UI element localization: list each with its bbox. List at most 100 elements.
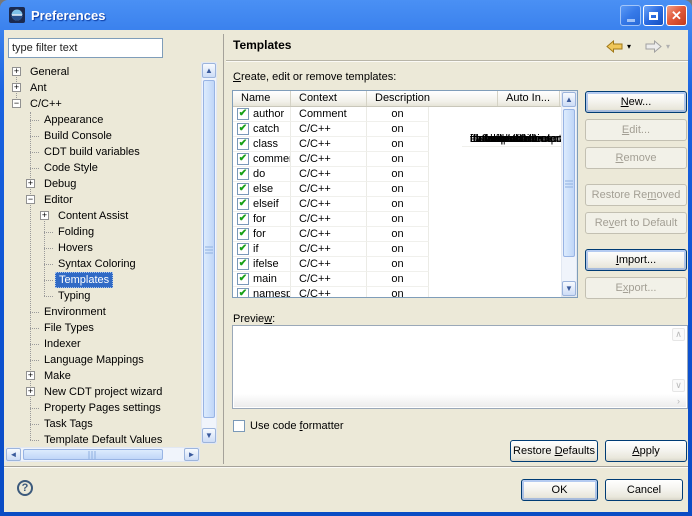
template-enabled-checkbox[interactable]: ✔ bbox=[237, 228, 249, 240]
tree-item-environment[interactable]: Environment bbox=[6, 304, 200, 320]
tree-item-label[interactable]: Folding bbox=[55, 224, 97, 240]
revert-to-default-button[interactable]: Revert to Default bbox=[585, 212, 687, 234]
expand-icon[interactable]: + bbox=[26, 179, 35, 188]
template-enabled-checkbox[interactable]: ✔ bbox=[237, 138, 249, 150]
tree-item-label[interactable]: Code Style bbox=[41, 160, 101, 176]
new-button[interactable]: New... bbox=[585, 91, 687, 113]
tree-item-label[interactable]: Language Mappings bbox=[41, 352, 147, 368]
expand-icon[interactable]: + bbox=[40, 211, 49, 220]
tree-item-make[interactable]: + Make bbox=[6, 368, 200, 384]
collapse-icon[interactable]: − bbox=[26, 195, 35, 204]
tree-item-indexer[interactable]: Indexer bbox=[6, 336, 200, 352]
template-enabled-checkbox[interactable]: ✔ bbox=[237, 258, 249, 270]
tree-item-label[interactable]: General bbox=[27, 64, 72, 80]
tree-item-label[interactable]: Content Assist bbox=[55, 208, 131, 224]
maximize-button[interactable] bbox=[643, 5, 664, 26]
filter-input[interactable] bbox=[8, 38, 163, 58]
tree-item-file-types[interactable]: File Types bbox=[6, 320, 200, 336]
expand-icon[interactable]: + bbox=[12, 67, 21, 76]
tree-item-typing[interactable]: Typing bbox=[6, 288, 200, 304]
tree-item-ant[interactable]: +Ant bbox=[6, 80, 200, 96]
collapse-icon[interactable]: − bbox=[12, 99, 21, 108]
column-header-name[interactable]: Name bbox=[233, 91, 291, 106]
minimize-button[interactable] bbox=[620, 5, 641, 26]
template-row-elseif[interactable]: ✔elseifC/C++else if blockon bbox=[233, 197, 577, 212]
tree-item-label[interactable]: Task Tags bbox=[41, 416, 96, 432]
close-button[interactable]: ✕ bbox=[666, 5, 687, 26]
template-enabled-checkbox[interactable]: ✔ bbox=[237, 168, 249, 180]
tree-item-label[interactable]: Templates bbox=[55, 272, 113, 288]
back-icon[interactable] bbox=[606, 40, 623, 53]
expand-icon[interactable]: + bbox=[26, 371, 35, 380]
tree-item-language-mappings[interactable]: Language Mappings bbox=[6, 352, 200, 368]
column-header-description[interactable]: Description bbox=[367, 91, 498, 106]
tree-item-label[interactable]: Environment bbox=[41, 304, 109, 320]
tree-item-label[interactable]: Debug bbox=[41, 176, 79, 192]
table-vscrollbar[interactable]: ▲ ▼ bbox=[561, 91, 577, 297]
tree-item-label[interactable]: Make bbox=[41, 368, 74, 384]
tree-item-templates[interactable]: Templates bbox=[6, 272, 200, 288]
template-enabled-checkbox[interactable]: ✔ bbox=[237, 288, 249, 298]
template-row-ifelse[interactable]: ✔ifelseC/C++if else statementon bbox=[233, 257, 577, 272]
help-icon[interactable]: ? bbox=[17, 480, 33, 496]
tree-item-label[interactable]: Template Default Values bbox=[41, 432, 165, 446]
template-enabled-checkbox[interactable]: ✔ bbox=[237, 273, 249, 285]
tree-item-property-pages-settings[interactable]: Property Pages settings bbox=[6, 400, 200, 416]
tree-item-label[interactable]: Editor bbox=[41, 192, 76, 208]
tree-item-debug[interactable]: + Debug bbox=[6, 176, 200, 192]
preview-area[interactable]: ∧ ∨ › bbox=[232, 325, 688, 409]
tree-item-build-console[interactable]: Build Console bbox=[6, 128, 200, 144]
scroll-right-icon[interactable]: ► bbox=[184, 448, 199, 461]
template-enabled-checkbox[interactable]: ✔ bbox=[237, 108, 249, 120]
tree-vscrollbar[interactable]: ▲ ▼ bbox=[201, 62, 217, 444]
expand-icon[interactable]: + bbox=[12, 83, 21, 92]
template-enabled-checkbox[interactable]: ✔ bbox=[237, 123, 249, 135]
tree-item-content-assist[interactable]: + Content Assist bbox=[6, 208, 200, 224]
scroll-down-icon[interactable]: ▼ bbox=[562, 281, 576, 296]
tree-item-label[interactable]: New CDT project wizard bbox=[41, 384, 165, 400]
template-row-else[interactable]: ✔elseC/C++else blockon bbox=[233, 182, 577, 197]
table-vscroll-thumb[interactable] bbox=[563, 109, 575, 257]
back-dropdown-icon[interactable]: ▾ bbox=[627, 43, 631, 51]
tree-item-c-c[interactable]: −C/C++ bbox=[6, 96, 200, 112]
template-row-for[interactable]: ✔forC/C++for loopon bbox=[233, 212, 577, 227]
tree-item-label[interactable]: Hovers bbox=[55, 240, 96, 256]
import-button[interactable]: Import... bbox=[585, 249, 687, 271]
template-enabled-checkbox[interactable]: ✔ bbox=[237, 213, 249, 225]
tree-item-folding[interactable]: Folding bbox=[6, 224, 200, 240]
restore-removed-button[interactable]: Restore Removed bbox=[585, 184, 687, 206]
table-header[interactable]: NameContextDescriptionAuto In... bbox=[233, 91, 577, 107]
tree-item-task-tags[interactable]: Task Tags bbox=[6, 416, 200, 432]
template-enabled-checkbox[interactable]: ✔ bbox=[237, 153, 249, 165]
tree-item-label[interactable]: Syntax Coloring bbox=[55, 256, 139, 272]
scroll-up-icon[interactable]: ▲ bbox=[202, 63, 216, 78]
tree-item-label[interactable]: Appearance bbox=[41, 112, 106, 128]
template-row-comment[interactable]: ✔commentC/C++default multiline commenton bbox=[233, 152, 577, 167]
tree-item-label[interactable]: Build Console bbox=[41, 128, 115, 144]
titlebar[interactable]: Preferences ✕ bbox=[0, 0, 692, 30]
column-header-auto-in[interactable]: Auto In... bbox=[498, 91, 560, 106]
template-row-if[interactable]: ✔ifC/C++if statementon bbox=[233, 242, 577, 257]
ok-button[interactable]: OK bbox=[521, 479, 598, 501]
tree-item-hovers[interactable]: Hovers bbox=[6, 240, 200, 256]
scroll-up-icon[interactable]: ▲ bbox=[562, 92, 576, 107]
template-enabled-checkbox[interactable]: ✔ bbox=[237, 198, 249, 210]
tree-item-label[interactable]: C/C++ bbox=[27, 96, 65, 112]
tree-hscrollbar[interactable]: ◄ ► bbox=[5, 447, 200, 462]
restore-defaults-button[interactable]: Restore Defaults bbox=[510, 440, 598, 462]
cancel-button[interactable]: Cancel bbox=[605, 479, 683, 501]
tree-item-label[interactable]: Typing bbox=[55, 288, 93, 304]
tree-hscroll-thumb[interactable] bbox=[23, 449, 163, 460]
tree-item-label[interactable]: Indexer bbox=[41, 336, 84, 352]
template-enabled-checkbox[interactable]: ✔ bbox=[237, 183, 249, 195]
export-button[interactable]: Export... bbox=[585, 277, 687, 299]
tree-item-label[interactable]: File Types bbox=[41, 320, 97, 336]
tree-item-syntax-coloring[interactable]: Syntax Coloring bbox=[6, 256, 200, 272]
tree-item-general[interactable]: + General bbox=[6, 64, 200, 80]
use-code-formatter-checkbox[interactable] bbox=[233, 420, 245, 432]
apply-button[interactable]: Apply bbox=[605, 440, 687, 462]
expand-icon[interactable]: + bbox=[26, 387, 35, 396]
tree-item-label[interactable]: CDT build variables bbox=[41, 144, 143, 160]
tree-item-code-style[interactable]: Code Style bbox=[6, 160, 200, 176]
remove-button[interactable]: Remove bbox=[585, 147, 687, 169]
